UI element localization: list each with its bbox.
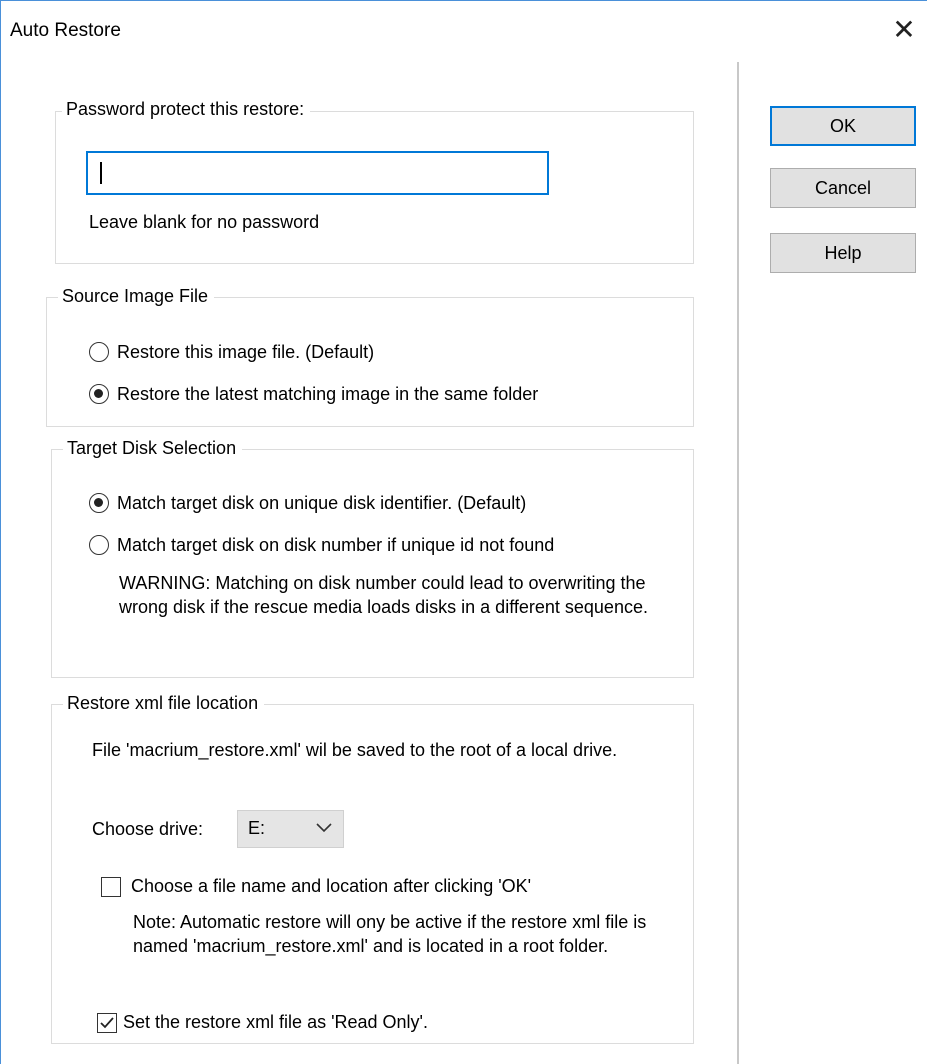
restore-xml-legend: Restore xml file location xyxy=(63,692,265,714)
restore-this-file-label[interactable]: Restore this image file. (Default) xyxy=(117,340,374,364)
chevron-down-icon xyxy=(316,823,332,833)
target-disk-legend: Target Disk Selection xyxy=(63,437,243,459)
drive-select-value: E: xyxy=(248,818,266,838)
password-hint: Leave blank for no password xyxy=(89,212,320,232)
choose-file-checkbox[interactable] xyxy=(101,877,121,897)
disk-number-warning: WARNING: Matching on disk number could l… xyxy=(119,573,648,617)
read-only-checkbox[interactable] xyxy=(97,1013,117,1033)
cancel-button[interactable]: Cancel xyxy=(770,168,916,208)
text-caret xyxy=(100,162,102,184)
button-panel-divider-highlight xyxy=(739,62,740,1064)
window-border-top xyxy=(0,0,927,1)
close-icon[interactable]: ✕ xyxy=(884,10,924,50)
password-input[interactable] xyxy=(86,151,549,195)
match-unique-id-label[interactable]: Match target disk on unique disk identif… xyxy=(117,491,526,515)
ok-button[interactable]: OK xyxy=(770,106,916,146)
target-disk-group xyxy=(51,449,694,678)
match-disk-number-radio[interactable] xyxy=(89,535,109,555)
window-border-left xyxy=(0,0,1,1064)
automatic-restore-note: Note: Automatic restore will ony be acti… xyxy=(133,912,647,956)
help-button[interactable]: Help xyxy=(770,233,916,273)
radio-selected-dot xyxy=(94,498,103,507)
checkmark-icon xyxy=(100,1017,114,1029)
match-unique-id-radio[interactable] xyxy=(89,493,109,513)
match-disk-number-label[interactable]: Match target disk on disk number if uniq… xyxy=(117,533,554,557)
password-group-legend: Password protect this restore: xyxy=(62,98,311,120)
dialog-title: Auto Restore xyxy=(10,20,121,41)
choose-drive-label: Choose drive: xyxy=(92,819,204,839)
restore-latest-matching-label[interactable]: Restore the latest matching image in the… xyxy=(117,382,538,406)
choose-file-label[interactable]: Choose a file name and location after cl… xyxy=(131,874,531,898)
source-image-legend: Source Image File xyxy=(58,285,215,307)
auto-restore-dialog: Auto Restore ✕ OK Cancel Help Password p… xyxy=(0,0,927,1064)
radio-selected-dot xyxy=(94,389,103,398)
drive-select[interactable]: E: xyxy=(237,810,344,848)
xml-location-info: File 'macrium_restore.xml' wil be saved … xyxy=(92,740,618,760)
read-only-label[interactable]: Set the restore xml file as 'Read Only'. xyxy=(123,1010,428,1034)
restore-this-file-radio[interactable] xyxy=(89,342,109,362)
restore-latest-matching-radio[interactable] xyxy=(89,384,109,404)
